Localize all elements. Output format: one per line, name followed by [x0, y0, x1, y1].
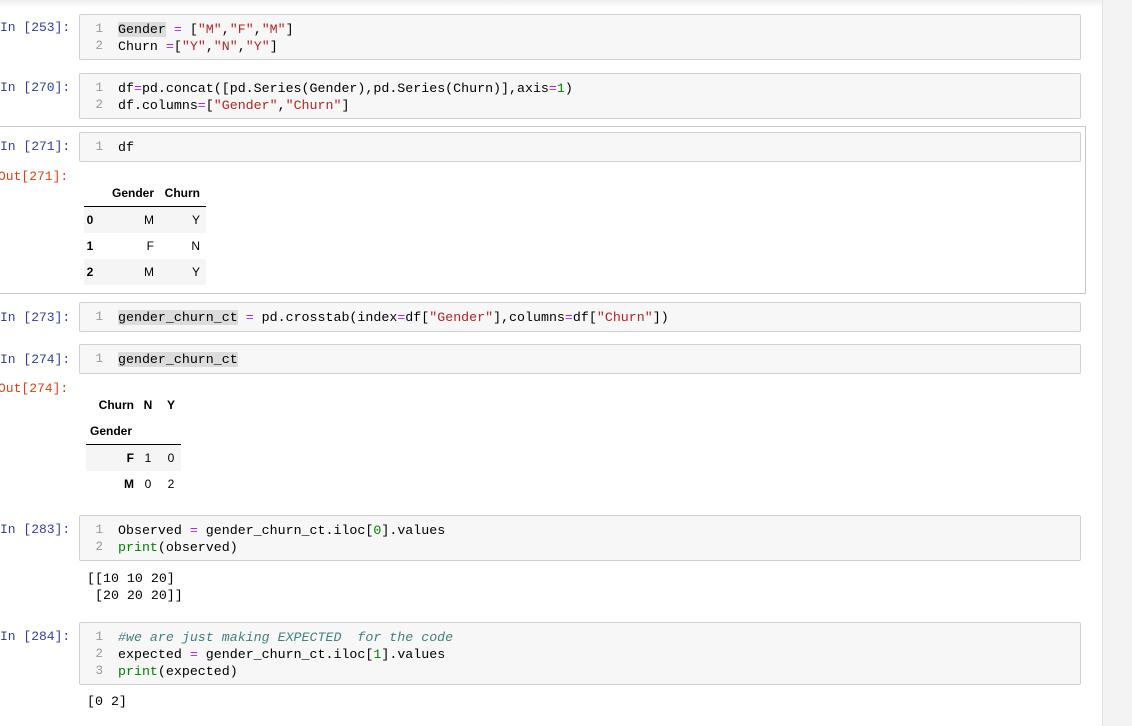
- code-line: print(expected): [118, 664, 238, 679]
- dataframe-output: Gender Churn 0 M Y 1 F N 2 M Y: [84, 180, 208, 286]
- row-index: 0: [86, 213, 94, 227]
- code-comment: #we are just making EXPECTED for the cod…: [118, 630, 454, 645]
- table-cell: 1: [144, 451, 152, 465]
- line-number: 1: [95, 140, 103, 154]
- crosstab-output: Churn N Y Gender F 1 0 M 0 2: [86, 392, 186, 496]
- table-cell: M: [144, 265, 154, 279]
- line-number: 1: [95, 523, 103, 537]
- column-header: Churn: [164, 186, 200, 200]
- row-index: M: [124, 477, 134, 491]
- table-cell: Y: [191, 213, 200, 227]
- output-prompt: Out[271]:: [0, 169, 69, 184]
- code-cell-input[interactable]: 1 gender_churn_ct = pd.crosstab(index=df…: [79, 302, 1081, 332]
- line-number: 2: [95, 39, 103, 53]
- input-prompt: In [284]:: [0, 629, 71, 644]
- code-line: df.columns=["Gender","Churn"]: [118, 98, 350, 113]
- row-index: F: [126, 451, 134, 465]
- line-number: 1: [95, 22, 103, 36]
- columns-name: Churn: [98, 398, 134, 412]
- table-cell: Y: [191, 265, 200, 279]
- line-number: 2: [95, 647, 103, 661]
- input-prompt: In [270]:: [0, 80, 71, 95]
- code-line: #we are just making EXPECTED for the cod…: [118, 629, 453, 646]
- table-cell: 0: [144, 477, 152, 491]
- line-number: 2: [95, 98, 103, 112]
- code-cell-input[interactable]: 1 df: [79, 132, 1081, 162]
- output-prompt: Out[274]:: [0, 381, 69, 396]
- input-prompt: In [271]:: [0, 139, 71, 154]
- code-cell-input[interactable]: 1 2 Observed = gender_churn_ct.iloc[0].v…: [79, 515, 1081, 561]
- code-line: Churn =["Y","N","Y"]: [118, 39, 278, 54]
- line-number: 2: [95, 540, 103, 554]
- table-cell: F: [146, 239, 154, 253]
- index-name: Gender: [90, 424, 133, 438]
- stream-output: [0 2]: [87, 694, 127, 709]
- line-number: 1: [95, 630, 103, 644]
- code-line: expected = gender_churn_ct.iloc[1].value…: [118, 647, 446, 662]
- code-cell-input[interactable]: 1 gender_churn_ct: [79, 344, 1081, 374]
- table-cell: M: [144, 213, 154, 227]
- row-index: 2: [86, 265, 94, 279]
- stream-output: [[10 10 20] [20 20 20]]: [87, 571, 183, 603]
- code-line: gender_churn_ct = pd.crosstab(index=df["…: [118, 310, 669, 325]
- table-cell: 0: [167, 451, 175, 465]
- input-prompt: In [273]:: [0, 310, 71, 325]
- code-line: gender_churn_ct: [118, 351, 238, 368]
- code-cell-input[interactable]: 1 2 df=pd.concat([pd.Series(Gender),pd.S…: [79, 73, 1081, 119]
- column-header: Y: [166, 398, 175, 412]
- line-number: 1: [95, 352, 103, 366]
- code-cell-input[interactable]: 1 2 Gender = ["M","F","M"] Churn =["Y","…: [79, 14, 1081, 60]
- code-cell-input[interactable]: 1 2 3 #we are just making EXPECTED for t…: [79, 622, 1081, 685]
- notebook-top-shadow: [0, 0, 1102, 8]
- table-cell: 2: [167, 477, 175, 491]
- column-header: N: [143, 398, 153, 412]
- code-line: Gender = ["M","F","M"]: [118, 22, 294, 37]
- input-prompt: In [274]:: [0, 352, 71, 367]
- row-index: 1: [86, 239, 94, 253]
- line-number: 1: [95, 81, 103, 95]
- table-cell: N: [191, 239, 200, 253]
- code-line: df=pd.concat([pd.Series(Gender),pd.Serie…: [118, 81, 573, 96]
- code-line: print(observed): [118, 540, 238, 555]
- code-line: df: [118, 140, 134, 155]
- column-header: Gender: [111, 186, 154, 200]
- line-number: 3: [95, 664, 103, 678]
- input-prompt: In [283]:: [0, 522, 71, 537]
- highlighted-identifier: gender_churn_ct: [118, 352, 238, 367]
- code-line: Observed = gender_churn_ct.iloc[0].value…: [118, 523, 446, 538]
- input-prompt: In [253]:: [0, 20, 71, 35]
- vertical-scrollbar[interactable]: [1102, 0, 1132, 726]
- line-number: 1: [95, 310, 103, 324]
